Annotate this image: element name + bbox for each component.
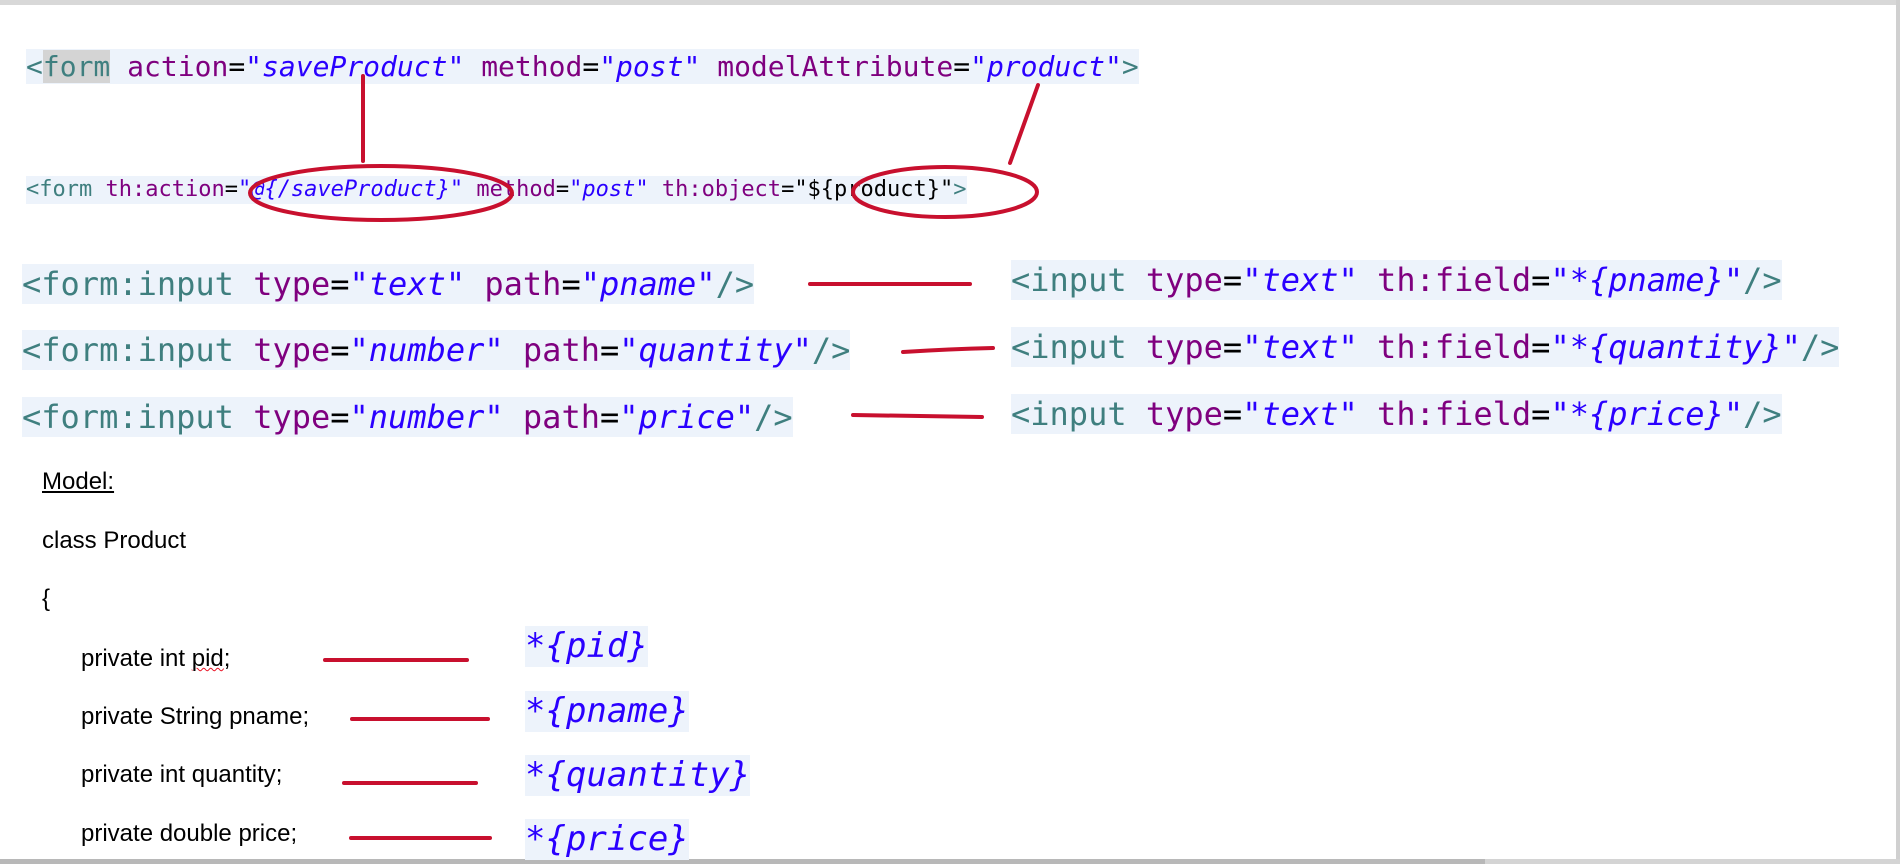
annotation-connector-object <box>1008 83 1040 165</box>
annotation-line-price <box>851 413 984 419</box>
annotation-layer <box>248 74 1040 840</box>
annotation-circle-object <box>851 165 1039 219</box>
annotation-line-quantity <box>901 346 995 354</box>
annotation-circle-action <box>248 164 514 222</box>
